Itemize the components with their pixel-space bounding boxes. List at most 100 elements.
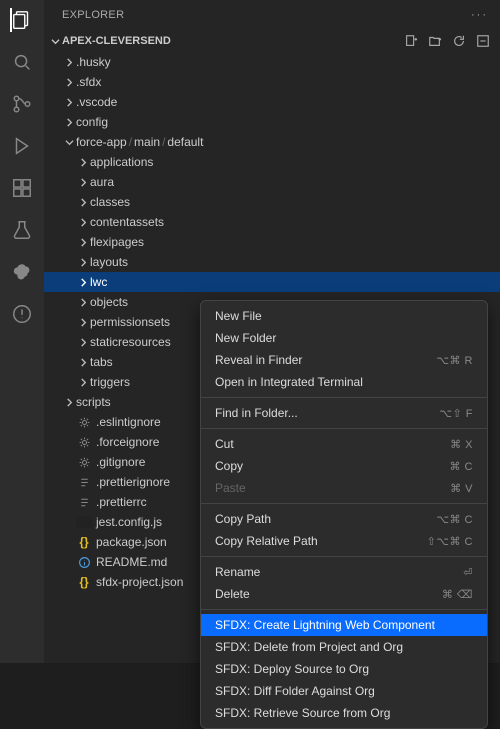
error-history-icon[interactable] (10, 302, 34, 326)
chevron-right-icon (76, 258, 90, 267)
folder-row[interactable]: aura (44, 172, 500, 192)
folder-label: layouts (90, 255, 128, 269)
chevron-down-icon (48, 37, 62, 46)
chevron-right-icon (76, 158, 90, 167)
menu-item[interactable]: Cut⌘ X (201, 433, 487, 455)
menu-item[interactable]: Open in Integrated Terminal (201, 371, 487, 393)
menu-item[interactable]: Delete⌘ ⌫ (201, 583, 487, 605)
breadcrumb-separator: / (129, 135, 132, 149)
folder-label: lwc (90, 275, 107, 289)
menu-separator (201, 428, 487, 429)
folder-row[interactable]: layouts (44, 252, 500, 272)
menu-item: Paste⌘ V (201, 477, 487, 499)
extensions-icon[interactable] (10, 176, 34, 200)
project-header[interactable]: APEX-CLEVERSEND (44, 30, 500, 52)
menu-item-label: New File (215, 309, 262, 323)
file-label: .prettierrc (96, 495, 147, 509)
folder-row[interactable]: lwc (44, 272, 500, 292)
menu-item[interactable]: SFDX: Diff Folder Against Org (201, 680, 487, 702)
file-label: jest.config.js (96, 515, 162, 529)
chevron-right-icon (76, 378, 90, 387)
file-label: .eslintignore (96, 415, 161, 429)
menu-item-label: Rename (215, 565, 260, 579)
chevron-right-icon (76, 198, 90, 207)
chevron-right-icon (76, 318, 90, 327)
info-icon (76, 556, 92, 569)
menu-item[interactable]: Reveal in Finder ⌥⌘ R (201, 349, 487, 371)
menu-shortcut: ⏎ (463, 566, 473, 579)
menu-item-label: Paste (215, 481, 246, 495)
menu-item[interactable]: New Folder (201, 327, 487, 349)
explorer-title: EXPLORER (62, 9, 124, 21)
folder-label: .sfdx (76, 75, 101, 89)
chevron-down-icon (62, 138, 76, 147)
menu-item-label: Cut (215, 437, 234, 451)
chevron-right-icon (76, 178, 90, 187)
menu-item-label: SFDX: Create Lightning Web Component (215, 618, 435, 632)
folder-row[interactable]: applications (44, 152, 500, 172)
menu-item-label: Delete (215, 587, 250, 601)
folder-label: .vscode (76, 95, 117, 109)
debug-run-icon[interactable] (10, 134, 34, 158)
scm-icon[interactable] (10, 92, 34, 116)
breadcrumb: force-app/main/default (76, 132, 203, 152)
menu-separator (201, 556, 487, 557)
breadcrumb-segment[interactable]: default (167, 135, 203, 149)
folder-label: permissionsets (90, 315, 170, 329)
menu-item[interactable]: New File (201, 305, 487, 327)
folder-label: scripts (76, 395, 111, 409)
new-folder-icon[interactable] (428, 34, 442, 48)
menu-item[interactable]: Copy Path⌥⌘ C (201, 508, 487, 530)
gear-icon (76, 436, 92, 449)
folder-label: .husky (76, 55, 111, 69)
gear-icon (76, 456, 92, 469)
folder-row[interactable]: flexipages (44, 232, 500, 252)
folder-row[interactable]: .vscode (44, 92, 500, 112)
menu-shortcut: ⌥⇧ F (439, 407, 473, 420)
more-icon[interactable]: ··· (471, 9, 488, 21)
menu-shortcut: ⇧⌥⌘ C (427, 535, 473, 548)
folder-label: config (76, 115, 108, 129)
folder-row[interactable]: .husky (44, 52, 500, 72)
braces-icon: {} (76, 575, 92, 589)
new-file-icon[interactable] (404, 34, 418, 48)
breadcrumb-row[interactable]: force-app/main/default (44, 132, 500, 152)
testing-icon[interactable] (10, 218, 34, 242)
menu-item-label: SFDX: Deploy Source to Org (215, 662, 369, 676)
explorer-header: EXPLORER ··· (44, 0, 500, 30)
menu-item-label: SFDX: Retrieve Source from Org (215, 706, 390, 720)
folder-row[interactable]: config (44, 112, 500, 132)
salesforce-icon[interactable] (10, 260, 34, 284)
menu-item[interactable]: SFDX: Retrieve Source from Org (201, 702, 487, 724)
folder-label: classes (90, 195, 130, 209)
files-icon[interactable] (10, 8, 34, 32)
menu-separator (201, 397, 487, 398)
folder-label: tabs (90, 355, 113, 369)
folder-label: triggers (90, 375, 130, 389)
menu-shortcut: ⌥⌘ R (436, 354, 473, 367)
folder-row[interactable]: classes (44, 192, 500, 212)
menu-item[interactable]: Copy⌘ C (201, 455, 487, 477)
search-icon[interactable] (10, 50, 34, 74)
menu-item[interactable]: SFDX: Deploy Source to Org (201, 658, 487, 680)
chevron-right-icon (62, 118, 76, 127)
menu-item[interactable]: SFDX: Delete from Project and Org (201, 636, 487, 658)
context-menu: New File New Folder Reveal in Finder ⌥⌘ R Op… (200, 300, 488, 729)
folder-row[interactable]: contentassets (44, 212, 500, 232)
refresh-icon[interactable] (452, 34, 466, 48)
menu-item[interactable]: Rename ⏎ (201, 561, 487, 583)
folder-label: objects (90, 295, 128, 309)
breadcrumb-segment[interactable]: main (134, 135, 160, 149)
folder-label: applications (90, 155, 153, 169)
breadcrumb-segment[interactable]: force-app (76, 135, 127, 149)
menu-item[interactable]: Find in Folder...⌥⇧ F (201, 402, 487, 424)
collapse-icon[interactable] (476, 34, 490, 48)
breadcrumb-separator: / (162, 135, 165, 149)
folder-row[interactable]: .sfdx (44, 72, 500, 92)
file-label: .gitignore (96, 455, 145, 469)
menu-item[interactable]: Copy Relative Path⇧⌥⌘ C (201, 530, 487, 552)
menu-item[interactable]: SFDX: Create Lightning Web Component (201, 614, 487, 636)
chevron-right-icon (76, 238, 90, 247)
menu-item-label: New Folder (215, 331, 276, 345)
menu-item-label: Reveal in Finder (215, 353, 302, 367)
